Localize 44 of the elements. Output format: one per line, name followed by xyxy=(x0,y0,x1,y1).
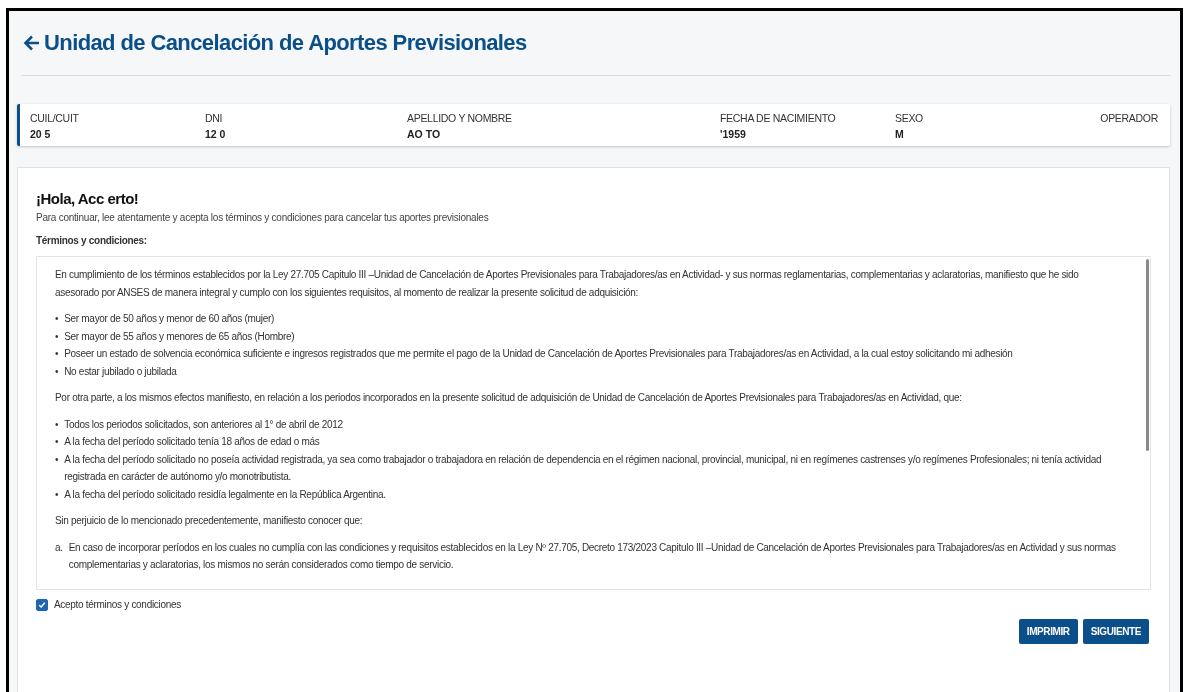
field-value: AO TO xyxy=(407,128,442,140)
check-icon xyxy=(38,600,46,609)
list-marker: • xyxy=(55,452,59,467)
scrollbar[interactable] xyxy=(1146,259,1149,452)
terms-item-text: En caso de incorporar períodos en los cuales no cumplía con las condiciones y requisitos establecidos en la Ley Nº 27.705, Decreto 173/2023 Capitulo III –Unidad de Cancelación de Aportes Previsionales para Trabajadores/as en Actividad y sus normas complementarias y aclaratorias, los mismos no serán considerados como tiempo de servicio. xyxy=(68,540,1117,572)
accept-label: Acepto términos y condiciones xyxy=(54,599,181,610)
terms-item-text: No estar jubilado o jubilada xyxy=(64,364,177,379)
print-button[interactable]: IMPRIMIR xyxy=(1018,618,1078,644)
terms-item-text: A la fecha del período solicitado no poseía actividad registrada, ya sea como trabajador o trabajadora en relación de dependencia en el régimen nacional, provincial, municipal, ni en regímenes castrenses y/o regímenes Profesionales; ni tenía actividad registrada en carácter de autónomo y/o monotributista. xyxy=(64,452,1103,484)
field-label: DNI xyxy=(205,112,224,124)
list-marker: • xyxy=(55,329,59,344)
list-marker: • xyxy=(55,435,59,449)
field-value: 12 0 xyxy=(205,128,227,140)
terms-heading: Términos y condiciones: xyxy=(36,235,148,246)
field-value: '1959 xyxy=(720,128,747,140)
field-label: APELLIDO Y NOMBRE xyxy=(407,112,513,124)
list-marker: • xyxy=(55,312,59,326)
next-button[interactable]: SIGUIENTE xyxy=(1082,618,1149,644)
accept-checkbox[interactable] xyxy=(36,598,48,611)
field-value: 20 5 xyxy=(30,128,52,140)
terms-paragraph: Por otra parte, a los mismos efectos manifiesto, en relación a los periodos incorporados en la presente solicitud de adquisición de Unidad de Cancelación de Aportes Previsionales para Trabajadores/as en Actividad, que: xyxy=(55,391,963,405)
terms-item-text: Ser mayor de 55 años y menores de 65 años (Hombre) xyxy=(64,329,295,344)
terms-item-text: A la fecha del período solicitado residía legalmente en la República Argentina. xyxy=(64,487,386,502)
terms-item-text: Poseer un estado de solvencia económica suficiente e ingresos registrados que me permite el pago de la Unidad de Cancelación de Aportes Previsionales para Trabajadores/as en Actividad, a la cual estoy solicitando mi adhesión xyxy=(64,347,1013,361)
terms-item-text: A la fecha del período solicitado tenía 18 años de edad o más xyxy=(64,435,320,449)
terms-item-text: Ser mayor de 50 años y menor de 60 años (mujer) xyxy=(64,312,275,326)
terms-paragraph: En cumplimiento de los términos establecidos por la Ley 27.705 Capitulo III –Unidad de Cancelación de Aportes Previsionales para Trabajadores/as en Actividad- y sus normas reglamentarias, complementarias y aclaratorias, manifiesto que he sido asesorado por ANSES de manera integral y cumplo con los siguientes requisitos, al momento de realizar la presente solicitud de adquisición: xyxy=(55,268,1080,300)
intro-text: Para continuar, lee atentamente y acepta los términos y condiciones para cancelar tus aportes previsionales xyxy=(36,212,490,223)
field-label: SEXO xyxy=(895,112,924,124)
greeting: ¡Hola, Acc erto! xyxy=(36,190,140,207)
list-marker: • xyxy=(55,364,59,379)
field-label: FECHA DE NACIMIENTO xyxy=(720,112,837,124)
list-marker: • xyxy=(55,417,59,432)
field-value: M xyxy=(895,128,905,140)
field-label: CUIL/CUIT xyxy=(30,112,80,124)
back-button[interactable] xyxy=(22,33,42,53)
terms-item-text: Todos los periodos solicitados, son anteriores al 1° de abril de 2012 xyxy=(64,417,343,432)
field-label: OPERADOR xyxy=(1100,112,1158,124)
back-arrow-icon xyxy=(22,33,42,53)
terms-paragraph: Sin perjuicio de lo mencionado precedentemente, manifiesto conocer que: xyxy=(55,514,364,528)
list-marker: • xyxy=(55,347,59,361)
page-title: Unidad de Cancelación de Aportes Previsionales xyxy=(44,30,527,56)
list-marker: • xyxy=(55,487,59,502)
list-marker: a. xyxy=(55,540,63,555)
